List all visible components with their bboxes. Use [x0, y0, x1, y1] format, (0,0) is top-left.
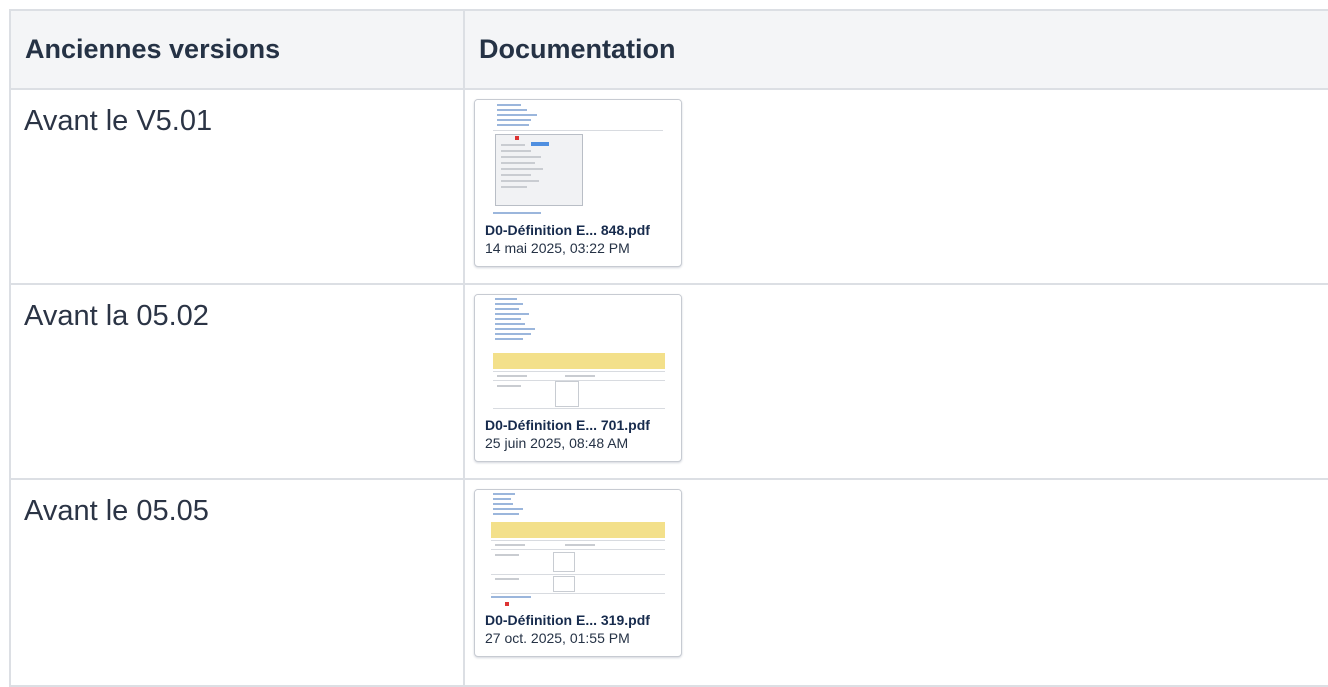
pdf-thumbnail-icon[interactable]: [475, 490, 681, 607]
pdf-thumbnail-icon[interactable]: [475, 295, 681, 412]
table-row: Avant le V5.01 D0-Définition E... 848.pd…: [9, 88, 1328, 285]
attachment-date: 25 juin 2025, 08:48 AM: [485, 435, 629, 451]
versions-table-container: Anciennes versions Documentation Avant l…: [9, 9, 1328, 687]
attachment-card[interactable]: D0-Définition E... 848.pdf 14 mai 2025, …: [474, 99, 682, 267]
attachment-filename[interactable]: D0-Définition E... 848.pdf: [485, 222, 681, 238]
versions-table: Anciennes versions Documentation Avant l…: [9, 9, 1328, 687]
column-header-documentation: Documentation: [463, 9, 1328, 90]
version-cell: Avant la 05.02: [9, 283, 465, 480]
attachment-date: 14 mai 2025, 03:22 PM: [485, 240, 630, 256]
attachment-card[interactable]: D0-Définition E... 701.pdf 25 juin 2025,…: [474, 294, 682, 462]
attachment-card[interactable]: D0-Définition E... 319.pdf 27 oct. 2025,…: [474, 489, 682, 657]
attachment-filename[interactable]: D0-Définition E... 319.pdf: [485, 612, 681, 628]
column-header-versions: Anciennes versions: [9, 9, 465, 90]
table-header-row: Anciennes versions Documentation: [9, 9, 1328, 90]
table-row: Avant le 05.05 D0-Définition E... 319.pd…: [9, 478, 1328, 687]
table-row: Avant la 05.02 D0-Définition E... 701.pd…: [9, 283, 1328, 480]
pdf-thumbnail-icon[interactable]: [475, 100, 681, 217]
documentation-cell: D0-Définition E... 701.pdf 25 juin 2025,…: [463, 283, 1328, 480]
version-cell: Avant le V5.01: [9, 88, 465, 285]
version-cell: Avant le 05.05: [9, 478, 465, 687]
documentation-cell: D0-Définition E... 848.pdf 14 mai 2025, …: [463, 88, 1328, 285]
attachment-date: 27 oct. 2025, 01:55 PM: [485, 630, 630, 646]
attachment-filename[interactable]: D0-Définition E... 701.pdf: [485, 417, 681, 433]
documentation-cell: D0-Définition E... 319.pdf 27 oct. 2025,…: [463, 478, 1328, 687]
